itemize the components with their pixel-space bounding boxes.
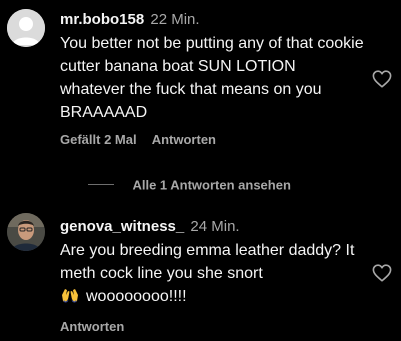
comment-item: genova_witness_ 24 Min. Are you breeding…	[0, 205, 401, 341]
comment-item: mr.bobo158 22 Min. You better not be put…	[0, 0, 401, 165]
comment-text-main: Are you breeding emma leather daddy? It …	[60, 242, 355, 282]
heart-icon[interactable]	[372, 264, 392, 282]
view-replies-button[interactable]: Alle 1 Antworten ansehen	[88, 176, 291, 196]
comment-header: mr.bobo158 22 Min.	[60, 10, 365, 30]
timestamp: 24 Min.	[190, 218, 240, 235]
avatar[interactable]	[7, 9, 45, 47]
comment-text: Are you breeding emma leather daddy? It …	[60, 239, 365, 311]
comment-text: You better not be putting any of that co…	[60, 35, 364, 121]
heart-icon[interactable]	[372, 70, 392, 88]
comment-body: genova_witness_ 24 Min. Are you breeding…	[60, 217, 365, 334]
reply-button[interactable]: Antworten	[60, 319, 124, 334]
avatar[interactable]	[7, 213, 45, 251]
reply-button[interactable]: Antworten	[152, 132, 216, 147]
username[interactable]: genova_witness_	[60, 218, 184, 235]
timestamp: 22 Min.	[150, 11, 200, 28]
comment-header: genova_witness_ 24 Min.	[60, 217, 365, 237]
profile-photo-avatar	[7, 213, 45, 251]
username[interactable]: mr.bobo158	[60, 11, 144, 28]
raised-hands-emoji-icon	[60, 286, 80, 311]
default-avatar-icon	[7, 9, 45, 47]
replies-divider	[88, 184, 114, 186]
comment-actions: Gefällt 2 Mal Antworten	[60, 132, 365, 147]
comment-actions: Antworten	[60, 319, 365, 334]
comment-text-tail: woooooooo!!!!	[86, 288, 187, 305]
view-replies-label: Alle 1 Antworten ansehen	[132, 177, 291, 193]
likes-count-button[interactable]: Gefällt 2 Mal	[60, 132, 137, 147]
comment-body: mr.bobo158 22 Min. You better not be put…	[60, 10, 365, 147]
